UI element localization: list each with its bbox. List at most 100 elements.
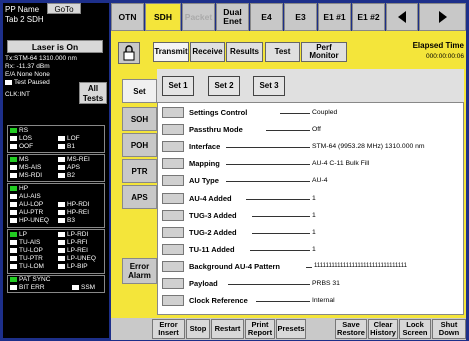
alarm-label: TU-AIS [19, 239, 41, 246]
alarm-label: OOF [19, 143, 34, 150]
lock-button[interactable] [118, 42, 140, 64]
row-button[interactable] [162, 124, 184, 135]
setting-row[interactable]: Interface STM-64 (9953.28 MHz) 1310.000 n… [162, 140, 460, 152]
side-tab-soh[interactable]: SOH [122, 107, 157, 131]
alarm-label: LP-RDI [67, 231, 89, 238]
tab-packet[interactable]: Packet [182, 3, 215, 31]
tab-e3[interactable]: E3 [284, 3, 317, 31]
subtab-results[interactable]: Results [226, 42, 263, 62]
row-label: Passthru Mode [189, 125, 243, 134]
setting-row[interactable]: Payload PRBS 31 [162, 277, 460, 289]
alarm-label: MS-AIS [19, 164, 42, 171]
tab-next-button[interactable] [419, 3, 466, 31]
clear-history-button[interactable]: Clear History [368, 319, 398, 339]
all-tests-label-1: All [87, 84, 99, 93]
goto-button[interactable]: GoTo [47, 3, 81, 14]
tab-e1-2[interactable]: E1 #2 [352, 3, 385, 31]
row-button[interactable] [162, 107, 184, 118]
set-1-button[interactable]: Set 1 [162, 76, 194, 96]
lock-screen-button[interactable]: Lock Screen [399, 319, 431, 339]
led [58, 172, 65, 178]
row-value: Internal [312, 297, 335, 304]
tab-prev-button[interactable] [386, 3, 418, 31]
alarm-label: AU-LOP [19, 201, 44, 208]
led [10, 263, 17, 269]
row-value: 1 [312, 246, 316, 253]
stop-button[interactable]: Stop [186, 319, 210, 339]
alarm-label: TU-PTR [19, 255, 43, 262]
alarm-label: HP-UNEQ [19, 217, 49, 224]
alarm-label: B2 [67, 172, 75, 179]
setting-row[interactable]: Background AU-4 Pattern 11111111111111111… [162, 260, 460, 272]
set-bar [157, 69, 464, 103]
tab-e1-1[interactable]: E1 #1 [318, 3, 351, 31]
row-button[interactable] [162, 244, 184, 255]
set-2-button[interactable]: Set 2 [208, 76, 240, 96]
row-button[interactable] [162, 295, 184, 306]
tab-dual-enet[interactable]: Dual Enet [216, 3, 249, 31]
row-value: 11111111111111111111111111111111 [314, 263, 407, 269]
row-button[interactable] [162, 210, 184, 221]
subtab-receive[interactable]: Receive [190, 42, 225, 62]
row-button[interactable] [162, 278, 184, 289]
led [58, 247, 65, 253]
all-tests-button[interactable]: All Tests [79, 82, 107, 104]
leader-line [256, 301, 310, 302]
setting-row[interactable]: Passthru Mode Off [162, 123, 460, 135]
setting-row[interactable]: TUG-3 Added 1 [162, 209, 460, 221]
error-insert-button[interactable]: Error Insert [152, 319, 185, 339]
print-report-button[interactable]: Print Report [245, 319, 275, 339]
laser-button[interactable]: Laser is On [7, 40, 103, 53]
row-label: AU Type [189, 176, 219, 185]
side-tab-ptr[interactable]: PTR [122, 159, 157, 183]
presets-button[interactable]: Presets [276, 319, 306, 339]
row-label: Payload [189, 279, 218, 288]
row-button[interactable] [162, 175, 184, 186]
side-tab-poh[interactable]: POH [122, 133, 157, 157]
restart-button[interactable]: Restart [211, 319, 244, 339]
setting-row[interactable]: TU-11 Added 1 [162, 243, 460, 255]
row-label: Mapping [189, 159, 220, 168]
side-tab-aps[interactable]: APS [122, 185, 157, 209]
row-button[interactable] [162, 227, 184, 238]
row-button[interactable] [162, 193, 184, 204]
row-value: Coupled [312, 109, 338, 116]
leader-line [252, 233, 310, 234]
setting-row[interactable]: AU-4 Added 1 [162, 192, 460, 204]
alarm-label: B1 [67, 143, 75, 150]
alarm-label: LOS [19, 135, 33, 142]
tab-e4[interactable]: E4 [250, 3, 283, 31]
led [10, 156, 17, 162]
setting-row[interactable]: AU Type AU-4 [162, 174, 460, 186]
lock-icon [123, 45, 135, 61]
row-label: Background AU-4 Pattern [189, 262, 280, 271]
row-button[interactable] [162, 141, 184, 152]
subtab-transmit[interactable]: Transmit [153, 42, 189, 62]
leader-line [226, 147, 310, 148]
tab-name: Tab 2 SDH [5, 15, 44, 24]
set-3-button[interactable]: Set 3 [253, 76, 285, 96]
row-button[interactable] [162, 158, 184, 169]
setting-row[interactable]: Mapping AU-4 C-11 Bulk Fill [162, 157, 460, 169]
alarm-label: TU-LOM [19, 263, 44, 270]
shut-down-button[interactable]: Shut Down [432, 319, 466, 339]
led [58, 135, 65, 141]
alarm-label: TU-LOP [19, 247, 43, 254]
tab-otn[interactable]: OTN [111, 3, 144, 31]
led [10, 185, 17, 191]
setting-row[interactable]: Settings Control Coupled [162, 106, 460, 118]
subtab-perf-monitor[interactable]: Perf Monitor [301, 42, 347, 62]
row-button[interactable] [162, 261, 184, 272]
alarm-label: B3 [67, 217, 75, 224]
row-label: TUG-3 Added [189, 211, 237, 220]
subtab-test[interactable]: Test [265, 42, 300, 62]
tab-sdh[interactable]: SDH [145, 3, 181, 31]
row-label: Settings Control [189, 108, 248, 117]
setting-row[interactable]: TUG-2 Added 1 [162, 226, 460, 238]
side-tab-error-alarm[interactable]: Error Alarm [122, 258, 157, 284]
leader-line [280, 113, 310, 114]
save-restore-button[interactable]: Save Restore [335, 319, 367, 339]
led [58, 217, 65, 223]
side-tab-set[interactable]: Set [122, 79, 157, 103]
setting-row[interactable]: Clock Reference Internal [162, 294, 460, 306]
